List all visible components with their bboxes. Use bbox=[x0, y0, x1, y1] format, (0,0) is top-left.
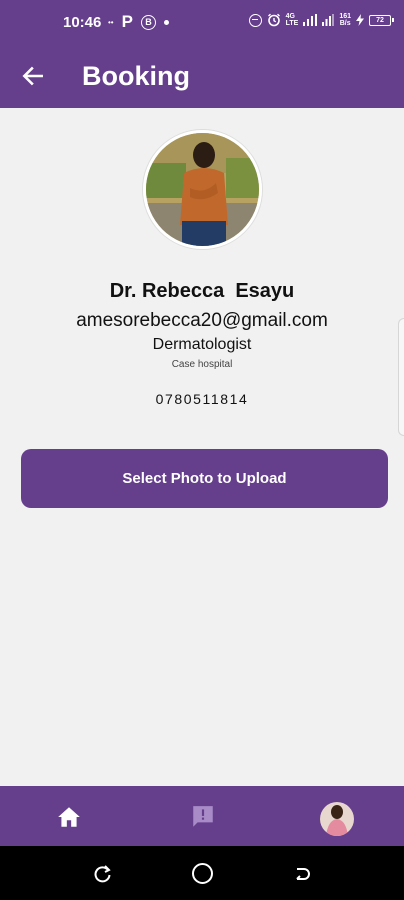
p-icon: P bbox=[121, 12, 133, 31]
recent-apps-icon[interactable] bbox=[93, 864, 113, 884]
doctor-photo bbox=[146, 133, 259, 246]
doctor-hospital: Case hospital bbox=[171, 359, 233, 370]
arrow-left-icon[interactable] bbox=[20, 63, 46, 89]
signal-icon bbox=[303, 14, 318, 26]
app-bar: Booking bbox=[0, 46, 404, 108]
home-icon[interactable] bbox=[55, 804, 83, 830]
data-speed: 161 B/s bbox=[339, 13, 351, 27]
bottom-nav bbox=[0, 786, 404, 846]
battery-icon: 72 bbox=[369, 14, 394, 26]
dnd-icon bbox=[248, 13, 262, 27]
alarm-icon bbox=[267, 13, 280, 27]
dots-icon: •• bbox=[108, 17, 114, 27]
profile-photo bbox=[320, 802, 354, 836]
side-panel-handle[interactable] bbox=[398, 318, 404, 436]
select-photo-upload-button[interactable]: Select Photo to Upload bbox=[21, 449, 388, 508]
status-right-icons: 4G LTE 161 B/s 72 bbox=[248, 13, 394, 27]
status-bar: 10:46 •• P B 4G LTE 161 B/s 72 bbox=[0, 0, 404, 46]
bolt-icon bbox=[356, 14, 364, 26]
profile-avatar[interactable] bbox=[320, 802, 354, 836]
doctor-name: Dr. Rebecca Esayu bbox=[109, 280, 295, 302]
status-time: 10:46 bbox=[63, 14, 102, 31]
system-nav-bar bbox=[0, 846, 404, 900]
system-home-button[interactable] bbox=[192, 863, 213, 884]
b-circle-icon: B bbox=[140, 14, 156, 30]
doctor-email: amesorebecca20@gmail.com bbox=[76, 310, 328, 331]
dot-icon bbox=[163, 19, 169, 25]
signal-icon-2 bbox=[322, 14, 335, 26]
doctor-specialty: Dermatologist bbox=[152, 336, 252, 353]
page-title: Booking bbox=[82, 61, 190, 91]
doctor-avatar bbox=[143, 130, 262, 249]
system-back-icon[interactable] bbox=[292, 864, 312, 884]
status-left-icons: •• P B bbox=[108, 12, 169, 32]
feedback-icon[interactable] bbox=[189, 804, 217, 830]
network-type: 4G LTE bbox=[285, 13, 299, 27]
doctor-phone: 0780511814 bbox=[155, 391, 249, 407]
